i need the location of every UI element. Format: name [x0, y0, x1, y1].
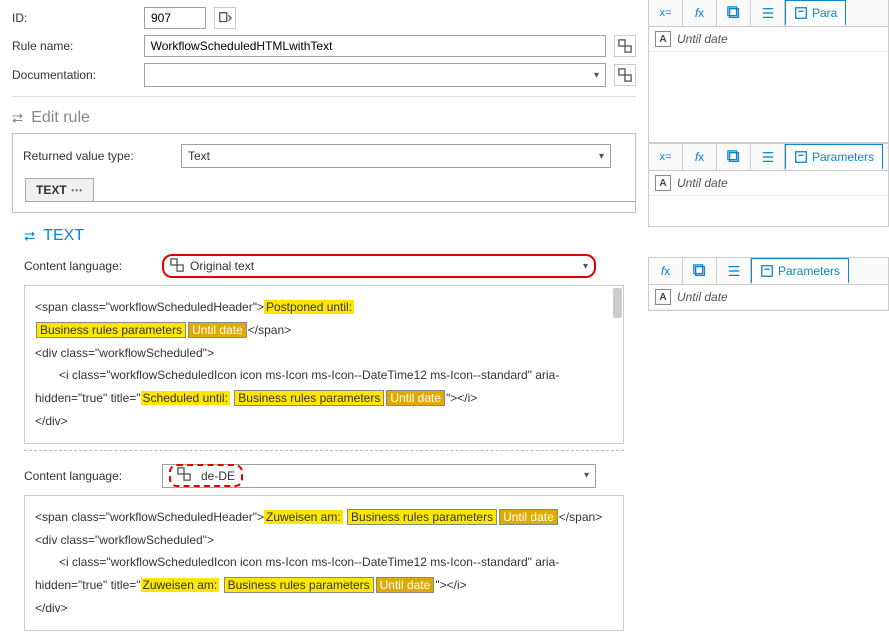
param-label: Until date [677, 32, 728, 46]
code-line: <div class="workflowScheduled"> [35, 342, 613, 365]
code-line: <i class="workflowScheduledIcon icon ms-… [35, 364, 613, 387]
documentation-translate-icon[interactable] [614, 64, 636, 86]
right-tab-var[interactable]: x= [649, 144, 683, 170]
translate-icon [177, 467, 191, 484]
tab-menu-icon[interactable]: ⋯ [71, 183, 83, 197]
content-language-label-2: Content language: [24, 469, 154, 483]
documentation-dropdown[interactable]: ▾ [144, 63, 606, 87]
param-row[interactable]: A Until date [649, 27, 888, 52]
id-field[interactable] [144, 7, 206, 29]
chevron-down-icon: ▾ [584, 470, 589, 481]
code-line: <span class="workflowScheduledHeader">Po… [35, 296, 613, 319]
link-icon: ⮂ [24, 228, 35, 245]
edit-rule-title: Edit rule [31, 109, 90, 127]
chevron-down-icon: ▾ [583, 261, 588, 272]
chevron-down-icon: ▾ [594, 70, 599, 81]
translate-icon [170, 258, 184, 275]
param-label: Until date [677, 290, 728, 304]
param-row[interactable]: A Until date [649, 285, 888, 310]
right-tab-box-icon[interactable] [683, 258, 717, 284]
link-icon: ⮂ [12, 110, 23, 127]
id-label: ID: [12, 11, 136, 25]
right-tab-box-icon[interactable] [717, 144, 751, 170]
rule-name-label: Rule name: [12, 39, 136, 53]
right-tab-list-icon[interactable] [717, 258, 751, 284]
right-tab-fx[interactable]: fx [683, 144, 717, 170]
code-editor-original[interactable]: <span class="workflowScheduledHeader">Po… [24, 285, 624, 444]
chevron-down-icon: ▾ [599, 151, 604, 162]
id-action-icon[interactable] [214, 7, 236, 29]
code-line: <span class="workflowScheduledHeader">Zu… [35, 506, 613, 529]
param-row[interactable]: A Until date [649, 171, 888, 196]
text-section-title: TEXT [43, 227, 84, 245]
param-type-badge: A [655, 31, 671, 47]
content-language-dropdown[interactable]: Original text ▾ [162, 254, 596, 278]
param-type-badge: A [655, 289, 671, 305]
code-line: hidden="true" title="Scheduled until: Bu… [35, 387, 613, 410]
tab-text[interactable]: TEXT ⋯ [25, 178, 94, 201]
right-tab-parameters[interactable]: Parameters [785, 144, 883, 170]
content-language-dropdown-2[interactable]: de-DE ▾ [162, 464, 596, 488]
rule-name-field[interactable] [144, 35, 606, 57]
edit-rule-header: ⮂ Edit rule [0, 103, 648, 133]
right-tab-fx[interactable]: fx [683, 0, 717, 26]
code-line: <div class="workflowScheduled"> [35, 529, 613, 552]
rule-name-translate-icon[interactable] [614, 35, 636, 57]
returned-value-dropdown[interactable]: Text ▾ [181, 144, 611, 168]
right-tab-parameters[interactable]: Parameters [751, 258, 849, 284]
code-line: Business rules parametersUntil date</spa… [35, 319, 613, 342]
code-editor-de[interactable]: <span class="workflowScheduledHeader">Zu… [24, 495, 624, 631]
right-tab-list-icon[interactable] [751, 0, 785, 26]
right-tab-parameters[interactable]: Para [785, 0, 846, 26]
param-type-badge: A [655, 175, 671, 191]
code-line: <i class="workflowScheduledIcon icon ms-… [35, 551, 613, 574]
documentation-label: Documentation: [12, 68, 136, 82]
code-line: </div> [35, 410, 613, 433]
code-line: </div> [35, 597, 613, 620]
param-label: Until date [677, 176, 728, 190]
right-tab-fx[interactable]: fx [649, 258, 683, 284]
returned-value-label: Returned value type: [23, 149, 171, 163]
content-language-label: Content language: [24, 259, 154, 273]
scrollbar-thumb[interactable] [613, 288, 622, 318]
right-tab-box-icon[interactable] [717, 0, 751, 26]
code-line: hidden="true" title="Zuweisen am: Busine… [35, 574, 613, 597]
right-tab-var[interactable]: x= [649, 0, 683, 26]
right-tab-list-icon[interactable] [751, 144, 785, 170]
